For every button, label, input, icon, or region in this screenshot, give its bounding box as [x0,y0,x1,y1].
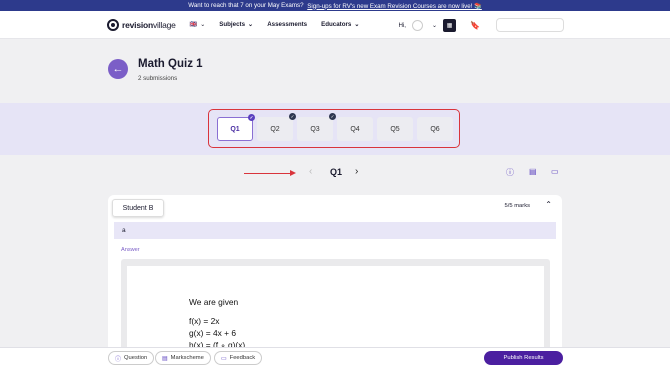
comment-icon: ▭ [221,355,227,362]
chevron-left-icon[interactable]: ‹ [309,166,312,177]
publish-results-button[interactable]: Publish Results [484,351,563,365]
answer-text-row: a [114,222,556,239]
banner-text: Want to reach that 7 on your May Exams? [188,2,304,9]
submission-card: Student B 5/5 marks ⌃ a Answer We are gi… [108,195,562,366]
logo[interactable]: revisionvillage [107,18,176,31]
annotation-arrow-head [290,170,296,176]
tab-q6[interactable]: Q6 [417,117,453,141]
tab-q4[interactable]: Q4 [337,117,373,141]
greeting: Hi, [398,21,406,29]
feedback-button[interactable]: ▭ Feedback [214,351,263,365]
chevron-down-icon[interactable]: ⌄ [432,22,437,29]
logo-icon [107,18,119,31]
tab-q3[interactable]: Q3 ✓ [297,113,336,141]
chevron-up-icon[interactable]: ⌃ [545,200,552,209]
promo-banner: Want to reach that 7 on your May Exams? … [0,0,670,11]
footer-bar: ⓘ Question ▤ Markscheme ▭ Feedback Publish … [0,347,670,367]
answer-line: We are given [189,297,239,307]
chevron-right-icon[interactable]: › [355,166,358,177]
answer-image-container: We are given f(x) = 2x g(x) = 4x + 6 h(x… [121,259,550,366]
banner-link[interactable]: Sign-ups for RV's new Exam Revision Cour… [307,2,482,10]
check-icon: ✓ [289,113,296,120]
check-icon: ✓ [329,113,336,120]
help-icon[interactable]: ⓘ [506,167,514,178]
dashboard-icon[interactable]: ▦ [443,18,457,32]
current-question: Q1 [330,167,343,177]
nav-subjects[interactable]: Subjects ⌄ [219,21,253,28]
marks-badge: 5/5 marks [504,203,530,209]
document-icon: ▤ [162,355,168,362]
tab-q1[interactable]: Q1 ✓ [217,114,255,141]
comment-icon[interactable]: ▭ [551,167,559,176]
search-input[interactable] [496,18,564,32]
tab-q2[interactable]: Q2 ✓ [257,113,296,141]
annotation-arrow [244,173,292,174]
tab-q5[interactable]: Q5 [377,117,413,141]
answer-label: Answer [121,247,140,253]
student-name[interactable]: Student B [112,199,164,217]
quiz-header: ← Math Quiz 1 2 submissions [0,39,670,103]
question-button[interactable]: ⓘ Question [108,351,155,365]
top-nav: revisionvillage 🇬🇧 ⌄ Subjects ⌄ Assessmen… [0,11,670,39]
avatar[interactable] [412,19,423,31]
page-title: Math Quiz 1 [138,58,203,70]
nav-assessments[interactable]: Assessments [267,21,307,28]
question-tab-bar: Q1 ✓ Q2 ✓ Q3 ✓ Q4 Q5 Q6 [0,103,670,155]
markscheme-button[interactable]: ▤ Markscheme [155,351,211,365]
check-icon: ✓ [248,114,255,121]
chevron-down-icon[interactable]: ⌄ [200,21,205,28]
help-icon: ⓘ [115,356,122,363]
chevron-down-icon: ⌄ [248,21,254,28]
chevron-down-icon: ⌄ [354,21,360,28]
answer-line: f(x) = 2x [189,316,220,326]
nav-educators[interactable]: Educators ⌄ [321,21,359,28]
logo-text: revisionvillage [122,19,176,30]
submission-count: 2 submissions [138,75,178,82]
region-flag-icon[interactable]: 🇬🇧 [190,21,197,28]
question-pager: ‹ Q1 › ⓘ ▤ ▭ [0,165,670,181]
document-icon[interactable]: ▤ [529,167,537,176]
bookmark-icon[interactable]: 🔖 [470,21,480,30]
back-arrow-icon[interactable]: ← [108,59,128,79]
answer-line: g(x) = 4x + 6 [189,328,237,338]
